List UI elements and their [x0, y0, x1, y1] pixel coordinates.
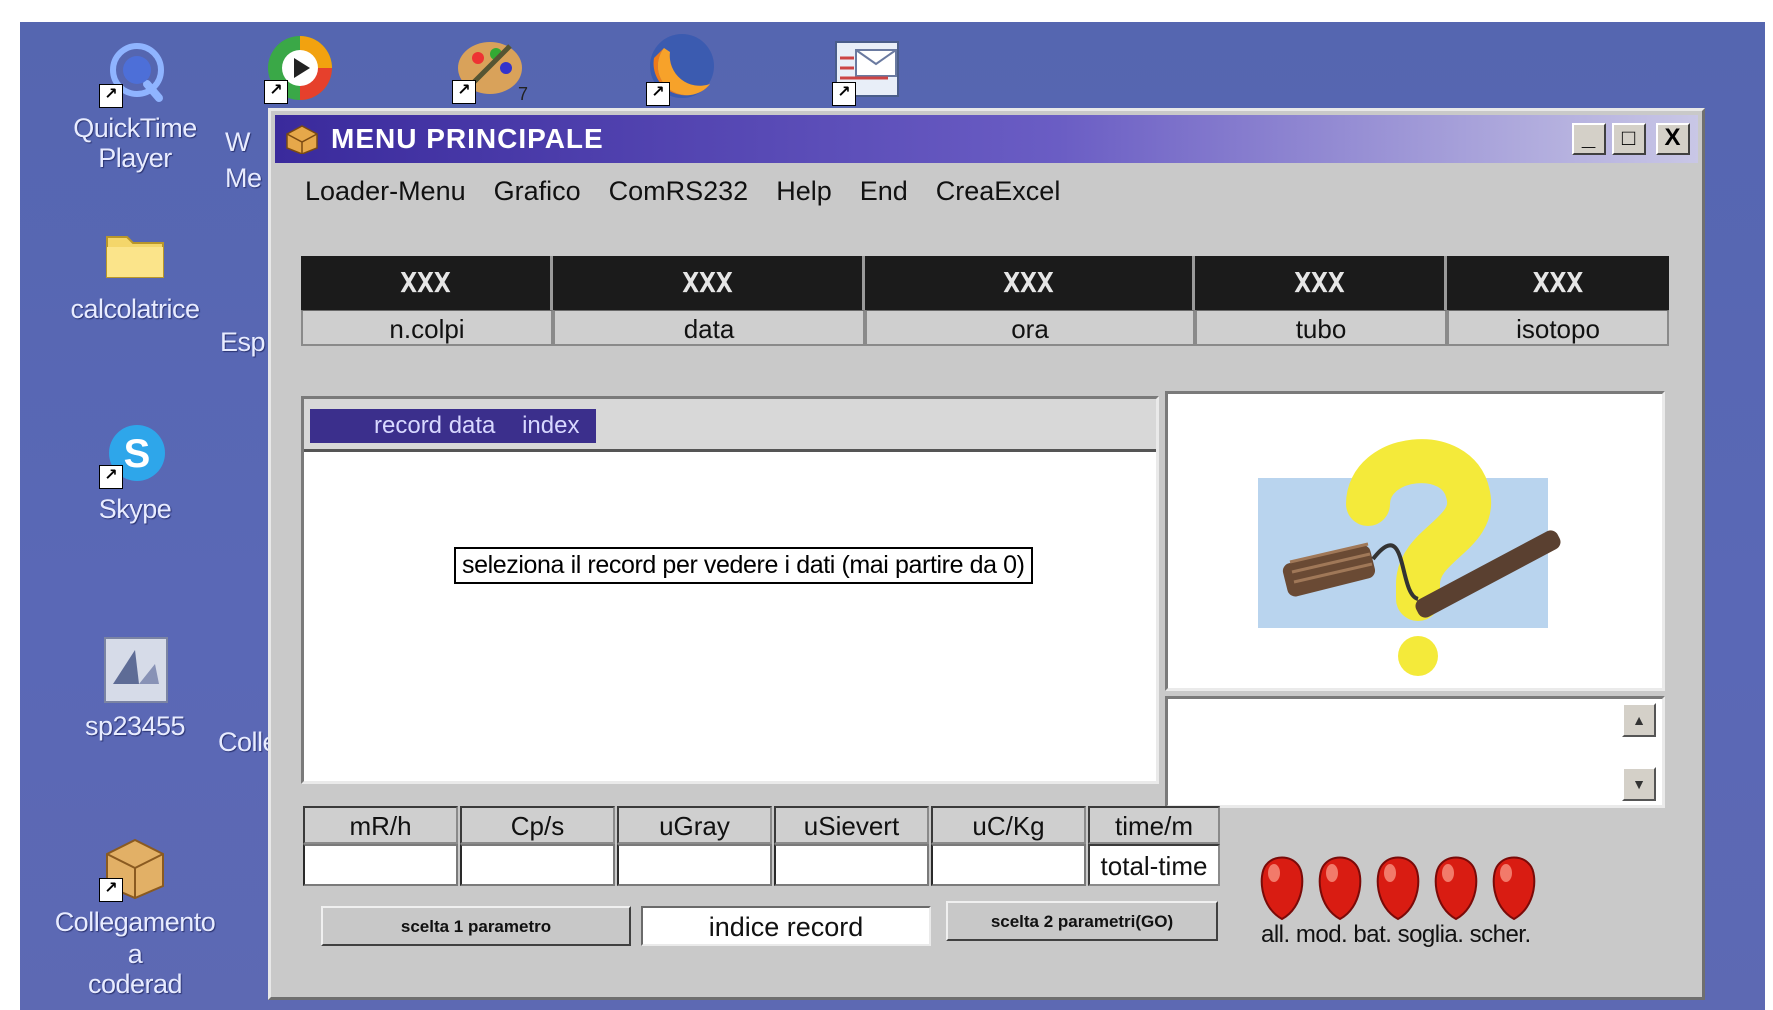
unit-label-cps: Cp/s: [460, 806, 615, 844]
value-field-cps[interactable]: [460, 844, 615, 886]
select-parameter-1-button[interactable]: scelta 1 parametro: [321, 906, 631, 946]
total-time-label: total-time: [1088, 844, 1220, 886]
alarm-led-icon: [1260, 856, 1304, 921]
battery-led-icon: [1376, 856, 1420, 921]
unit-label-mrh: mR/h: [303, 806, 458, 844]
package-icon: ↗: [99, 830, 171, 902]
shortcut-arrow-icon: ↗: [646, 82, 670, 106]
led-labels: all. mod. bat. soglia. scher.: [1261, 921, 1531, 948]
header-label-data: data: [553, 310, 865, 346]
value-field-ugray[interactable]: [617, 844, 772, 886]
desktop-icon-paint[interactable]: ↗ 7: [450, 30, 530, 106]
value-field-mrh[interactable]: [303, 844, 458, 886]
header-value-ora: XXX: [865, 256, 1195, 310]
desktop-icon-firefox[interactable]: ↗: [640, 28, 720, 106]
unit-label-ugray: uGray: [617, 806, 772, 844]
unit-label-usievert: uSievert: [774, 806, 929, 844]
desktop-icon-label: calcolatrice: [70, 294, 200, 324]
icon-badge: 7: [518, 84, 529, 104]
app-icon: [99, 634, 171, 706]
svg-text:S: S: [124, 432, 151, 476]
value-field-uckg[interactable]: [931, 844, 1086, 886]
record-hint-tooltip: seleziona il record per vedere i dati (m…: [454, 547, 1033, 584]
package-icon: [286, 125, 318, 154]
header-label-ncolpi: n.colpi: [301, 310, 553, 346]
unit-label-uckg: uC/Kg: [931, 806, 1086, 844]
desktop-icon-sp23455[interactable]: sp23455: [50, 634, 220, 742]
quicktime-icon: ↗: [99, 36, 171, 108]
desktop-icon-label: Collegamento a: [54, 907, 216, 969]
menu-grafico[interactable]: Grafico: [480, 171, 595, 211]
maximize-button[interactable]: □: [1612, 123, 1646, 155]
desktop-icon-calcolatrice[interactable]: calcolatrice: [50, 217, 220, 325]
measurement-grid: mR/h Cp/s uGray uSievert uC/Kg time/m to…: [303, 806, 1220, 886]
shortcut-arrow-icon: ↗: [452, 80, 476, 104]
record-list-selected-row[interactable]: record data index: [310, 409, 596, 443]
desktop-icon-skype[interactable]: S ↗ Skype: [50, 417, 220, 525]
desktop-icon-label: QuickTime: [73, 113, 197, 143]
time-label: time/m: [1088, 806, 1220, 844]
shortcut-arrow-icon: ↗: [99, 465, 123, 489]
desktop-icon-media-player[interactable]: ↗: [260, 30, 340, 106]
skype-icon: S ↗: [99, 417, 171, 489]
desktop-icon-label: Skype: [98, 494, 172, 524]
title-bar[interactable]: MENU PRINCIPALE _ □ X: [275, 115, 1698, 163]
header-label-tubo: tubo: [1195, 310, 1447, 346]
desktop-icon-coderad[interactable]: ↗ Collegamento a coderad: [50, 830, 220, 1000]
shortcut-arrow-icon: ↗: [99, 878, 123, 902]
menu-loader[interactable]: Loader-Menu: [291, 171, 480, 211]
detector-image-panel: [1165, 391, 1665, 691]
menu-creaexcel[interactable]: CreaExcel: [922, 171, 1075, 211]
desktop-icon-label: sp23455: [84, 711, 186, 741]
minimize-button[interactable]: _: [1572, 123, 1606, 155]
shortcut-arrow-icon: ↗: [99, 84, 123, 108]
geiger-tube-question-icon: [1258, 439, 1561, 676]
header-value-tubo: XXX: [1195, 256, 1447, 310]
menu-end[interactable]: End: [846, 171, 922, 211]
record-list-header: record data index: [304, 399, 1156, 452]
threshold-led-icon: [1434, 856, 1478, 921]
desktop-icon-label: Player: [98, 143, 172, 173]
header-label-isotopo: isotopo: [1447, 310, 1669, 346]
main-window: MENU PRINCIPALE _ □ X Loader-Menu Grafic…: [268, 108, 1705, 1000]
window-title: MENU PRINCIPALE: [331, 123, 604, 154]
scroll-down-button[interactable]: ▼: [1622, 767, 1656, 801]
menu-help[interactable]: Help: [762, 171, 846, 211]
desktop-icon-label: coderad: [87, 969, 183, 999]
header-value-ncolpi: XXX: [301, 256, 553, 310]
status-leds: [1256, 853, 1540, 921]
header-value-isotopo: XXX: [1447, 256, 1669, 310]
desktop-icon-quicktime[interactable]: ↗ QuickTime Player: [50, 36, 220, 174]
shield-led-icon: [1492, 856, 1536, 921]
desktop-icon-mail[interactable]: ↗: [828, 32, 908, 108]
partial-label: Me: [225, 163, 262, 193]
value-field-usievert[interactable]: [774, 844, 929, 886]
header-label-ora: ora: [865, 310, 1195, 346]
folder-icon: [99, 217, 171, 289]
mode-led-icon: [1318, 856, 1362, 921]
scroll-up-button[interactable]: ▲: [1622, 703, 1656, 737]
header-value-data: XXX: [553, 256, 865, 310]
memo-textarea[interactable]: ▲ ▼: [1165, 696, 1665, 808]
close-button[interactable]: X: [1656, 123, 1690, 155]
partial-icon-label: W Me: [225, 122, 265, 194]
record-list[interactable]: record data index seleziona il record pe…: [301, 396, 1159, 784]
shortcut-arrow-icon: ↗: [832, 82, 856, 106]
menu-bar: Loader-Menu Grafico ComRS232 Help End Cr…: [291, 171, 1074, 211]
menu-comrs232[interactable]: ComRS232: [595, 171, 763, 211]
shortcut-arrow-icon: ↗: [264, 80, 288, 104]
header-table: XXX XXX XXX XXX XXX n.colpi data ora tub…: [301, 256, 1669, 346]
record-index-field[interactable]: indice record: [641, 906, 931, 946]
select-parameter-2-button[interactable]: scelta 2 parametri(GO): [946, 901, 1218, 941]
partial-label: W: [225, 127, 250, 157]
